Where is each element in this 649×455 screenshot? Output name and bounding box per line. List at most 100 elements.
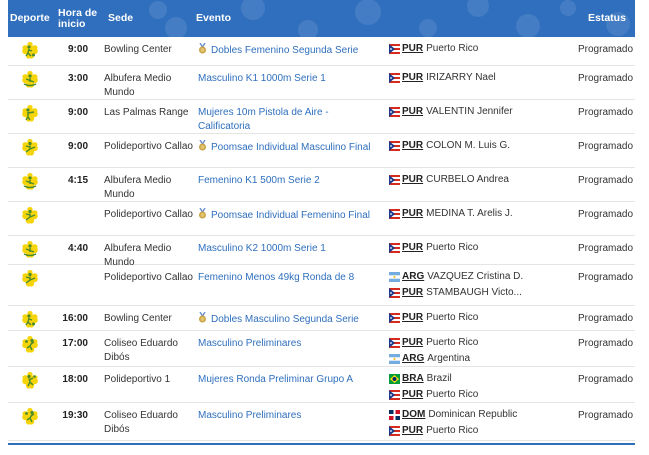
event-name[interactable]: Poomsae Individual Masculino Final [211,142,371,153]
event-link[interactable]: Poomsae Individual Femenino Final [198,208,383,223]
event-link[interactable]: Masculino Preliminares [198,337,383,351]
participant[interactable]: ARG VAZQUEZ Cristina D. [389,269,579,285]
country-code[interactable]: ARG [402,352,424,366]
country-code[interactable]: BRA [402,372,424,386]
country-code[interactable]: PUR [402,173,423,187]
participant[interactable]: DOM Dominican Republic [389,407,579,423]
participant[interactable]: PUR COLON M. Luis G. [389,138,579,154]
country-code[interactable]: PUR [402,424,423,438]
table-row: 18:00 Polideportivo 1 Mujeres Ronda Prelim… [8,367,635,403]
participant-name: Puerto Rico [426,425,479,436]
arg-flag-icon [389,272,402,282]
country-code[interactable]: PUR [402,388,423,402]
event-link[interactable]: Poomsae Individual Masculino Final [198,140,383,155]
event-name[interactable]: Mujeres 10m Pistola de Aire - Calificato… [198,107,329,132]
event-link[interactable]: Dobles Masculino Segunda Serie [198,312,383,327]
event-name[interactable]: Masculino K2 1000m Serie 1 [198,243,326,254]
start-time: 9:00 [67,141,88,152]
country-code[interactable]: DOM [402,408,425,422]
country-code[interactable]: PUR [402,311,423,325]
table-row: 9:00 Las Palmas Range Mujeres 10m Pistola … [8,100,635,134]
participant[interactable]: PUR STAMBAUGH Victo... [389,285,579,301]
country-code[interactable]: PUR [402,286,423,300]
participant[interactable]: PUR Puerto Rico [389,423,579,439]
country-code[interactable]: PUR [402,241,423,255]
event-name[interactable]: Femenino Menos 49kg Ronda de 8 [198,272,354,283]
table-row: 9:00 Bowling Center Dobles Femenino Segund… [8,37,635,66]
event-name[interactable]: Dobles Femenino Segunda Serie [211,45,358,56]
participant[interactable]: PUR Puerto Rico [389,335,579,351]
table-row: 4:15 Albufera Medio Mundo Femenino K1 500m… [8,168,635,202]
participant[interactable]: PUR CURBELO Andrea [389,172,579,188]
participants: PUR Puerto Rico [389,240,579,256]
country-code[interactable]: ARG [402,270,424,284]
event-link[interactable]: Masculino K2 1000m Serie 1 [198,242,383,256]
participants: PUR IRIZARRY Nael [389,70,579,86]
country-code[interactable]: PUR [402,139,423,153]
status: Programado [578,44,634,55]
participants: PUR Puerto Rico [389,310,579,326]
country-code[interactable]: PUR [402,105,423,119]
table-row: Polideportivo Callao Femenino Menos 49kg … [8,265,635,306]
header-evento: Evento [196,12,232,24]
bowling-icon [20,41,40,61]
gold-medal-icon [199,208,206,219]
country-code[interactable]: PUR [402,71,423,85]
participant[interactable]: PUR Puerto Rico [389,41,579,57]
participant-name: MEDINA T. Arelis J. [426,208,513,219]
participant-name: VAZQUEZ Cristina D. [427,271,524,282]
start-time: 19:30 [62,410,88,421]
event-link[interactable]: Mujeres 10m Pistola de Aire - Calificato… [198,106,383,134]
participant[interactable]: PUR Puerto Rico [389,310,579,326]
event-link[interactable]: Masculino K1 1000m Serie 1 [198,72,383,86]
event-name[interactable]: Masculino K1 1000m Serie 1 [198,73,326,84]
country-code[interactable]: PUR [402,336,423,350]
country-code[interactable]: PUR [402,207,423,221]
participant[interactable]: PUR IRIZARRY Nael [389,70,579,86]
status: Programado [578,73,634,84]
pur-flag-icon [389,107,402,117]
status: Programado [578,107,634,118]
participant[interactable]: BRA Brazil [389,371,579,387]
participant-name: Brazil [426,373,452,384]
venue: Albufera Medio Mundo [104,73,172,98]
event-link[interactable]: Masculino Preliminares [198,409,383,423]
status: Programado [578,243,634,254]
pur-flag-icon [389,313,402,323]
event-name[interactable]: Poomsae Individual Femenino Final [211,210,370,221]
participant-name: VALENTIN Jennifer [426,106,513,117]
event-link[interactable]: Femenino K1 500m Serie 2 [198,174,383,188]
header-hora: Hora de inicio [58,7,98,30]
venue: Bowling Center [104,313,172,324]
event-name[interactable]: Femenino K1 500m Serie 2 [198,175,320,186]
event-name[interactable]: Dobles Masculino Segunda Serie [211,314,359,325]
start-time: 17:00 [62,338,88,349]
event-name[interactable]: Mujeres Ronda Preliminar Grupo A [198,374,353,385]
canoe-icon [20,172,40,192]
participant[interactable]: PUR Puerto Rico [389,240,579,256]
participant[interactable]: PUR VALENTIN Jennifer [389,104,579,120]
participants: PUR VALENTIN Jennifer [389,104,579,120]
event-link[interactable]: Mujeres Ronda Preliminar Grupo A [198,373,383,387]
venue: Polideportivo 1 [104,374,171,385]
event-link[interactable]: Femenino Menos 49kg Ronda de 8 [198,271,383,285]
status: Programado [578,141,634,152]
bra-flag-icon [389,374,402,384]
participant[interactable]: PUR MEDINA T. Arelis J. [389,206,579,222]
event-name[interactable]: Masculino Preliminares [198,410,301,421]
event-name[interactable]: Masculino Preliminares [198,338,301,349]
participants: ARG VAZQUEZ Cristina D. PUR STAMBAUGH Victo… [389,269,579,301]
participant[interactable]: ARG Argentina [389,351,579,367]
participant-name: CURBELO Andrea [426,174,509,185]
venue: Las Palmas Range [104,107,189,118]
dom-flag-icon [389,410,402,420]
pur-flag-icon [389,175,402,185]
event-link[interactable]: Dobles Femenino Segunda Serie [198,43,383,58]
start-time: 9:00 [67,44,88,55]
taekwondo-icon [20,269,40,289]
participant-name: Puerto Rico [426,43,479,54]
participant[interactable]: PUR Puerto Rico [389,387,579,403]
participants: DOM Dominican Republic PUR Puerto Rico [389,407,579,439]
status: Programado [578,374,634,385]
country-code[interactable]: PUR [402,42,423,56]
